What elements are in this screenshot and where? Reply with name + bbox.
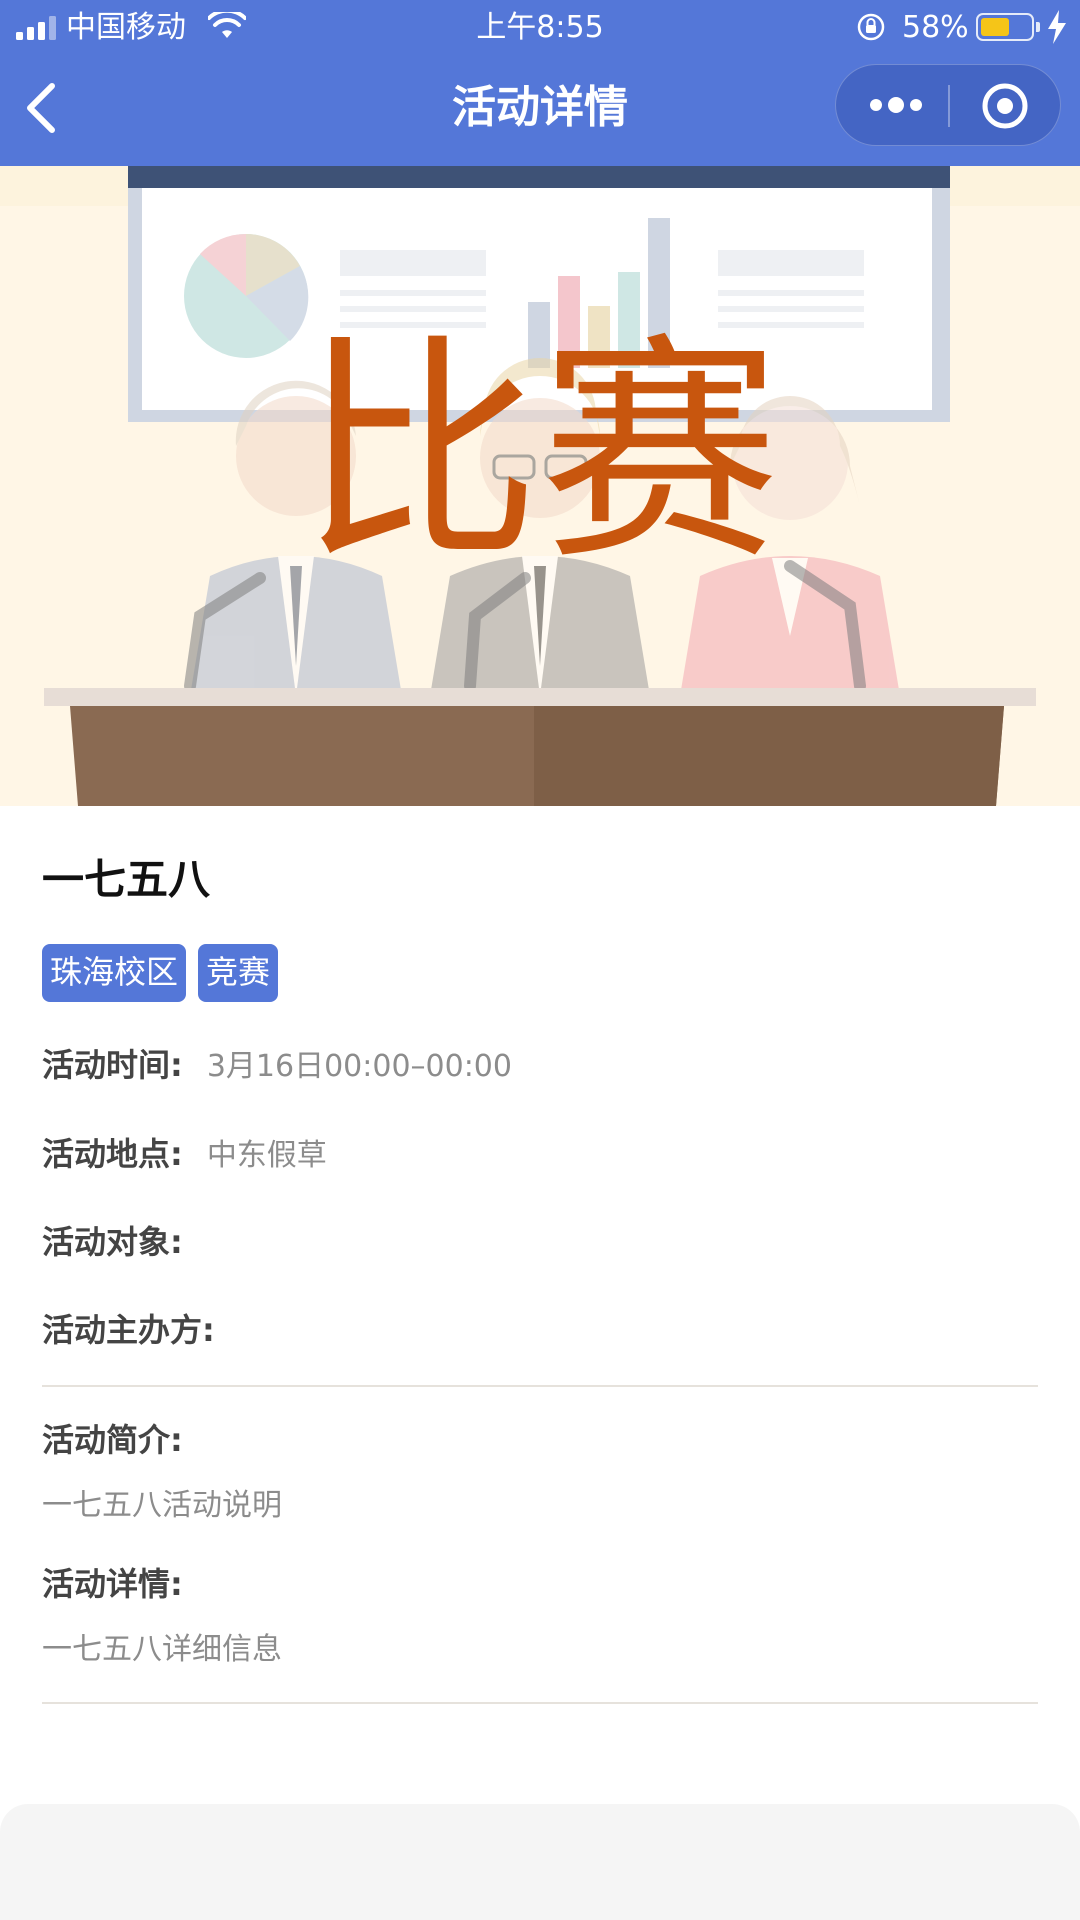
banner-overlay-text: 比赛	[300, 313, 780, 593]
top-bar: 中国移动 上午8:55 58% 活动详情	[0, 0, 1080, 166]
activity-audience-label: 活动对象:	[42, 1223, 183, 1261]
activity-time-value: 3月16日00:00–00:00	[206, 1049, 512, 1084]
more-dots-icon[interactable]	[866, 85, 926, 125]
activity-location-value: 中东假草	[206, 1138, 327, 1173]
activity-location-label: 活动地点:	[42, 1135, 183, 1173]
activity-banner: 比赛	[0, 166, 1080, 806]
battery-percent: 58%	[902, 10, 969, 45]
activity-intro-label: 活动简介:	[42, 1421, 183, 1459]
divider	[42, 1702, 1038, 1704]
activity-time-label: 活动时间:	[42, 1046, 183, 1084]
battery-tip	[1036, 22, 1040, 32]
activity-organizer-label: 活动主办方:	[42, 1311, 215, 1349]
activity-organizer-row: 活动主办方:	[42, 1304, 1038, 1352]
orientation-lock-icon	[857, 13, 885, 41]
status-bar: 中国移动 上午8:55 58%	[0, 0, 1080, 56]
banner-illustration: 比赛	[0, 166, 1080, 806]
capsule-divider	[948, 85, 950, 127]
battery-level-fill	[981, 18, 1009, 36]
battery-icon	[976, 13, 1034, 41]
tag-campus: 珠海校区	[42, 944, 187, 1002]
activity-time-row: 活动时间: 3月16日00:00–00:00	[42, 1039, 1038, 1087]
activity-location-row: 活动地点: 中东假草	[42, 1128, 1038, 1176]
tag-list: 珠海校区 竞赛	[42, 944, 279, 1002]
miniprogram-capsule	[835, 64, 1061, 146]
target-circle-icon[interactable]	[980, 81, 1030, 131]
activity-details-text: 一七五八详细信息	[42, 1632, 282, 1667]
activity-intro-text: 一七五八活动说明	[42, 1488, 282, 1523]
divider	[42, 1385, 1038, 1387]
activity-name: 一七五八	[42, 855, 211, 904]
bottom-action-panel	[0, 1804, 1080, 1920]
charging-icon	[1048, 10, 1066, 44]
tag-category: 竞赛	[198, 944, 279, 1002]
activity-audience-row: 活动对象:	[42, 1216, 1038, 1264]
activity-details-label: 活动详情:	[42, 1565, 183, 1603]
